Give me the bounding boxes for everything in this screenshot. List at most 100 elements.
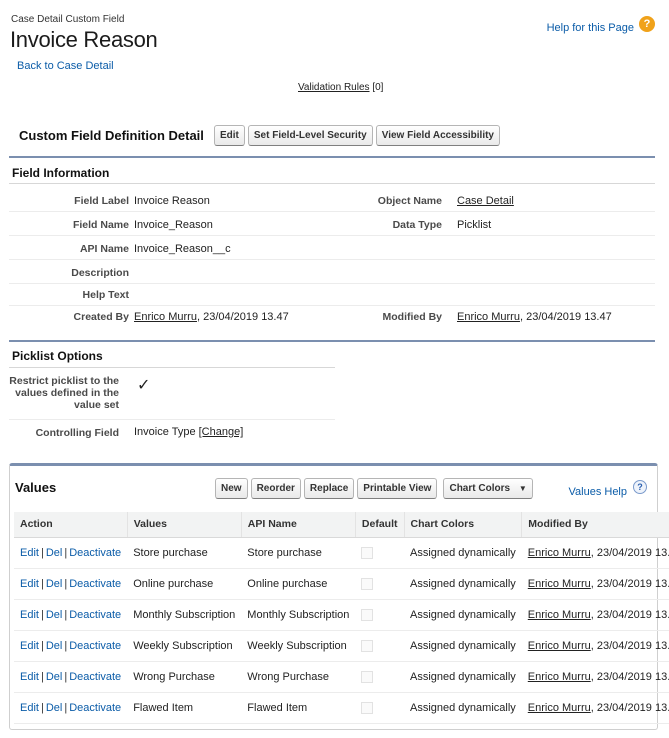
- modified-by-user-link[interactable]: Enrico Murru: [528, 640, 591, 652]
- action-cell: Edit | Del | Deactivate: [14, 568, 128, 600]
- replace-button[interactable]: Replace: [303, 478, 355, 499]
- action-cell: Edit | Del | Deactivate: [14, 692, 128, 724]
- new-value-button[interactable]: New: [215, 478, 248, 499]
- detail-row-field-label: Field Label Invoice Reason Object Name C…: [9, 189, 655, 212]
- table-row: Edit | Del | Deactivate Online purchase Online…: [14, 568, 669, 600]
- table-header-row: Action Values API Name Default Chart Col…: [14, 512, 669, 538]
- edit-link[interactable]: Edit: [20, 640, 39, 652]
- action-cell: Edit | Del | Deactivate: [14, 630, 128, 662]
- modified-by-user-link[interactable]: Enrico Murru: [528, 609, 591, 621]
- divider: [9, 183, 655, 184]
- default-checkbox[interactable]: [361, 639, 374, 652]
- default-cell: [355, 568, 404, 600]
- help-icon[interactable]: ?: [633, 480, 647, 494]
- definition-title: Custom Field Definition Detail: [19, 128, 204, 143]
- divider: [9, 419, 335, 420]
- del-link[interactable]: Del: [46, 640, 63, 652]
- modified-by-user-link[interactable]: Enrico Murru: [528, 578, 591, 590]
- deactivate-link[interactable]: Deactivate: [69, 547, 121, 559]
- del-link[interactable]: Del: [46, 702, 63, 714]
- action-separator: |: [40, 546, 44, 559]
- checkmark-icon: ✓: [137, 377, 151, 394]
- modified-by-user-link[interactable]: Enrico Murru: [457, 311, 520, 323]
- action-separator: |: [40, 608, 44, 621]
- deactivate-link[interactable]: Deactivate: [69, 640, 121, 652]
- detail-row-description: Description: [9, 261, 655, 284]
- del-link[interactable]: Del: [46, 609, 63, 621]
- chart-colors-button[interactable]: Chart Colors ▼: [443, 478, 533, 499]
- values-table-body: Edit | Del | Deactivate Store purchase Store p…: [14, 537, 669, 724]
- created-by-user-link[interactable]: Enrico Murru: [134, 311, 197, 323]
- modified-by-label: Modified By: [382, 311, 443, 323]
- api-name-cell: Online purchase: [241, 568, 356, 600]
- column-header-modified-by: Modified By: [521, 512, 669, 538]
- page-title: Invoice Reason: [10, 27, 158, 52]
- help-icon[interactable]: ?: [639, 16, 655, 32]
- field-name-label: Field Name: [72, 219, 129, 231]
- edit-link[interactable]: Edit: [20, 609, 39, 621]
- help-for-this-page-link[interactable]: Help for this Page: [547, 22, 634, 34]
- default-checkbox[interactable]: [361, 670, 374, 683]
- default-cell: [355, 630, 404, 662]
- edit-button[interactable]: Edit: [214, 125, 245, 146]
- edit-link[interactable]: Edit: [20, 702, 39, 714]
- set-field-level-security-button[interactable]: Set Field-Level Security: [247, 125, 373, 146]
- api-name-value: Invoice_Reason__c: [134, 243, 231, 255]
- reorder-button[interactable]: Reorder: [250, 478, 301, 499]
- back-to-case-detail-link[interactable]: Back to Case Detail: [17, 60, 114, 72]
- change-controlling-field-link[interactable]: [Change]: [199, 426, 244, 438]
- modified-by-user-link[interactable]: Enrico Murru: [528, 547, 591, 559]
- deactivate-link[interactable]: Deactivate: [69, 671, 121, 683]
- page-pretitle: Case Detail Custom Field: [11, 14, 125, 25]
- modified-by-cell: Enrico Murru, 23/04/2019 13.47: [521, 630, 669, 662]
- deactivate-link[interactable]: Deactivate: [69, 578, 121, 590]
- chart-colors-cell: Assigned dynamically: [404, 537, 522, 569]
- restrict-picklist-label: Restrict picklist to the values defined …: [9, 375, 119, 411]
- default-cell: [355, 661, 404, 693]
- deactivate-link[interactable]: Deactivate: [69, 609, 121, 621]
- modified-by-cell: Enrico Murru, 23/04/2019 13.47: [521, 661, 669, 693]
- default-checkbox[interactable]: [361, 608, 374, 621]
- column-header-default: Default: [354, 512, 404, 538]
- edit-link[interactable]: Edit: [20, 671, 39, 683]
- action-separator: |: [40, 670, 44, 683]
- edit-link[interactable]: Edit: [20, 578, 39, 590]
- modified-by-user-link[interactable]: Enrico Murru: [528, 671, 591, 683]
- api-name-cell: Wrong Purchase: [241, 661, 356, 693]
- validation-rules-link[interactable]: Validation Rules [0]: [298, 82, 383, 93]
- del-link[interactable]: Del: [46, 547, 63, 559]
- detail-row-api-name: API Name Invoice_Reason__c: [9, 237, 655, 260]
- definition-toolbar: Edit Set Field-Level Security View Field…: [214, 125, 500, 146]
- values-panel: Values New Reorder Replace Printable Vie…: [9, 463, 669, 730]
- modified-by-date: , 23/04/2019 13.47: [590, 546, 669, 559]
- printable-view-button[interactable]: Printable View: [357, 478, 438, 499]
- default-checkbox[interactable]: [361, 577, 374, 590]
- view-field-accessibility-button[interactable]: View Field Accessibility: [375, 125, 500, 146]
- values-table: Action Values API Name Default Chart Col…: [14, 512, 669, 724]
- default-cell: [355, 537, 404, 569]
- modified-by-cell: Enrico Murru, 23/04/2019 13.47: [521, 692, 669, 724]
- action-separator: |: [40, 639, 44, 652]
- modified-by-date: , 23/04/2019 13.47: [590, 608, 669, 621]
- value-cell: Wrong Purchase: [127, 661, 242, 693]
- modified-by-cell: Enrico Murru, 23/04/2019 13.47: [521, 568, 669, 600]
- edit-link[interactable]: Edit: [20, 547, 39, 559]
- default-checkbox[interactable]: [361, 546, 374, 559]
- deactivate-link[interactable]: Deactivate: [69, 702, 121, 714]
- field-label-label: Field Label: [74, 195, 129, 207]
- modified-by-date: , 23/04/2019 13.47: [519, 311, 612, 323]
- modified-by-user-link[interactable]: Enrico Murru: [528, 702, 591, 714]
- modified-by-cell: Enrico Murru, 23/04/2019 13.47: [521, 537, 669, 569]
- del-link[interactable]: Del: [46, 671, 63, 683]
- validation-rules-label[interactable]: Validation Rules: [298, 82, 370, 93]
- api-name-cell: Monthly Subscription: [241, 599, 356, 631]
- data-type-label: Data Type: [392, 219, 442, 231]
- values-help-link[interactable]: Values Help: [569, 486, 628, 498]
- table-row: Edit | Del | Deactivate Store purchase Store p…: [14, 537, 669, 569]
- object-name-link[interactable]: Case Detail: [457, 195, 514, 207]
- del-link[interactable]: Del: [46, 578, 63, 590]
- api-name-cell: Store purchase: [241, 537, 356, 569]
- value-cell: Store purchase: [127, 537, 242, 569]
- default-checkbox[interactable]: [361, 701, 374, 714]
- column-header-api-name: API Name: [240, 512, 356, 538]
